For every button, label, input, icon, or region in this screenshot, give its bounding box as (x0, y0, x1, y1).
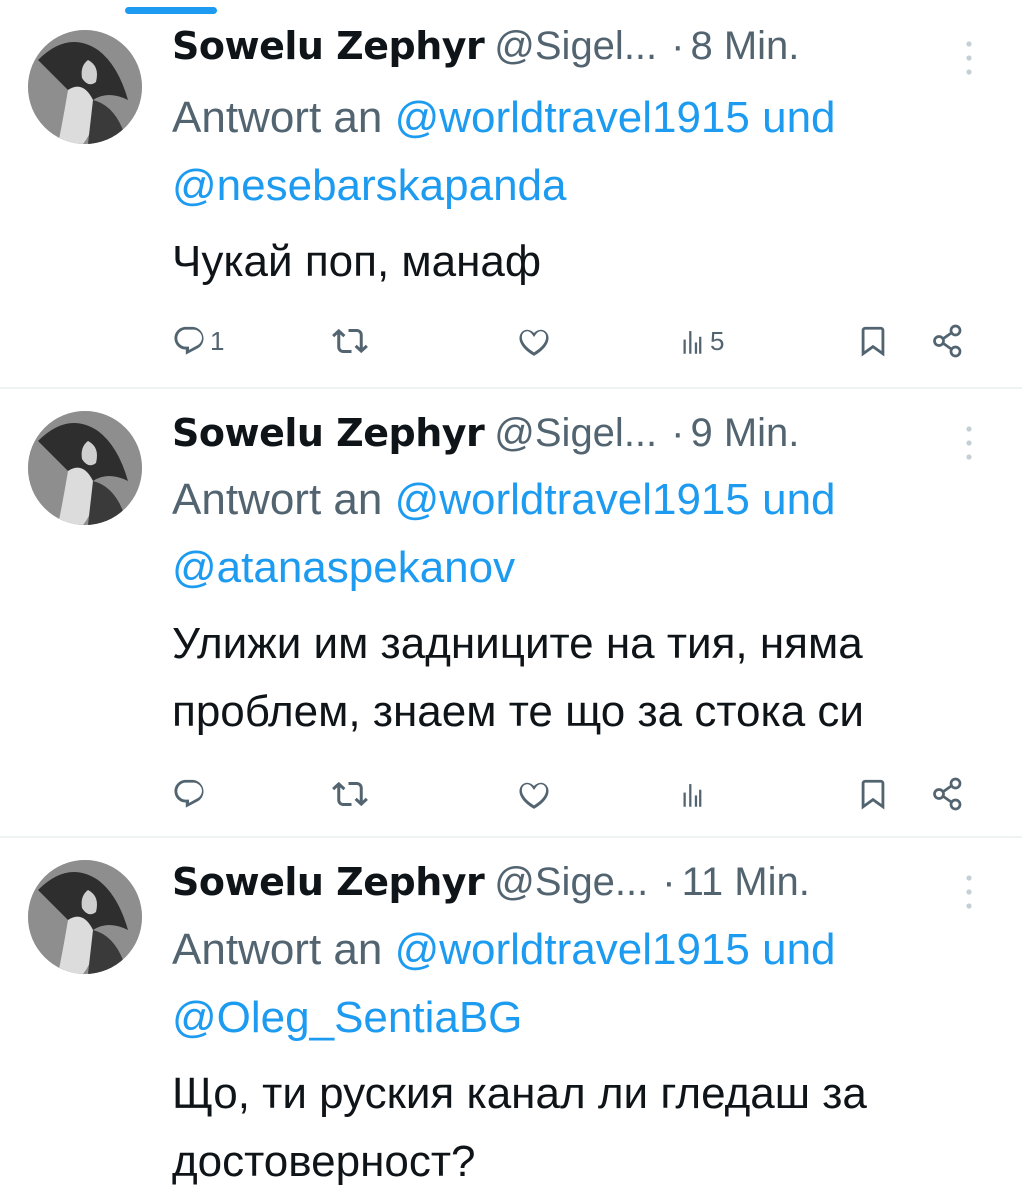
tweet[interactable]: Sowelu Zephyr @Sige... · 11 Min. Antwort an… (0, 838, 1022, 1200)
reply-prefix: Antwort an (172, 925, 383, 974)
tweet-time[interactable]: 8 Min. (690, 24, 799, 68)
tweet[interactable]: Sowelu Zephyr @Sigel... · 9 Min. Antwort an… (0, 389, 1022, 837)
views-button[interactable]: 5 (678, 316, 724, 366)
bookmark-icon (861, 326, 885, 357)
tweet-header: Sowelu Zephyr @Sigel... · 8 Min. (172, 18, 972, 74)
repost-button[interactable] (332, 769, 372, 819)
author-name[interactable]: Sowelu Zephyr (172, 24, 485, 68)
tweet-actions: 1 5 (172, 316, 992, 366)
separator-dot: · (662, 860, 676, 904)
share-icon (933, 777, 962, 811)
like-button[interactable] (516, 316, 556, 366)
tweet-actions (172, 769, 992, 819)
tweet-time[interactable]: 9 Min. (690, 411, 799, 455)
mention-link[interactable]: @worldtravel1915 (395, 925, 750, 974)
mention-conjunction: und (762, 93, 836, 142)
share-icon (933, 324, 962, 358)
bookmark-button[interactable] (856, 769, 890, 819)
reply-button[interactable]: 1 (172, 316, 224, 366)
reply-count: 1 (210, 325, 225, 356)
reply-prefix: Antwort an (172, 475, 383, 524)
mention-conjunction: und (762, 475, 836, 524)
tweet-text: Улижи им задниците на тия, няма проблем,… (172, 619, 864, 736)
mention-link[interactable]: @atanaspekanov (172, 543, 515, 592)
tweet-time[interactable]: 11 Min. (682, 860, 810, 904)
reply-icon (174, 326, 204, 355)
views-icon (683, 331, 702, 354)
avatar[interactable] (28, 860, 142, 974)
reply-prefix: Antwort an (172, 93, 383, 142)
avatar-image (28, 860, 142, 974)
tweet[interactable]: Sowelu Zephyr @Sigel... · 8 Min. Antwort an… (0, 0, 1022, 388)
tweet-text: Чукай поп, манаф (172, 237, 542, 286)
more-icon[interactable] (958, 872, 980, 912)
like-icon (519, 329, 549, 356)
author-handle[interactable]: @Sigel... (494, 24, 657, 68)
views-count: 5 (710, 325, 725, 356)
more-icon[interactable] (958, 423, 980, 463)
reply-context: Antwort an @worldtravel1915 und @atanasp… (172, 466, 992, 602)
like-icon (519, 782, 549, 809)
author-name[interactable]: Sowelu Zephyr (172, 860, 485, 904)
avatar[interactable] (28, 411, 142, 525)
views-button[interactable] (678, 769, 710, 819)
tweet-header: Sowelu Zephyr @Sigel... · 9 Min. (172, 405, 972, 461)
bookmark-icon (861, 779, 885, 810)
reply-icon (174, 779, 204, 808)
author-handle[interactable]: @Sigel... (494, 411, 657, 455)
author-name[interactable]: Sowelu Zephyr (172, 411, 485, 455)
mention-link[interactable]: @Oleg_SentiaBG (172, 993, 522, 1042)
mention-link[interactable]: @nesebarskapanda (172, 161, 567, 210)
tweet-header: Sowelu Zephyr @Sige... · 11 Min. (172, 854, 972, 910)
reply-context: Antwort an @worldtravel1915 und @nesebar… (172, 84, 992, 220)
mention-conjunction: und (762, 925, 836, 974)
reply-context: Antwort an @worldtravel1915 und @Oleg_Se… (172, 916, 992, 1052)
avatar-image (28, 30, 142, 144)
share-button[interactable] (930, 769, 966, 819)
avatar[interactable] (28, 30, 142, 144)
mention-link[interactable]: @worldtravel1915 (395, 93, 750, 142)
repost-icon (332, 781, 368, 807)
views-icon (683, 784, 702, 807)
more-icon[interactable] (958, 38, 980, 78)
mention-link[interactable]: @worldtravel1915 (395, 475, 750, 524)
author-handle[interactable]: @Sige... (494, 860, 648, 904)
tweet-text: Що, ти руския канал ли гледаш за достове… (172, 1069, 867, 1186)
repost-icon (332, 328, 368, 354)
separator-dot: · (671, 411, 685, 455)
repost-button[interactable] (332, 316, 372, 366)
like-button[interactable] (516, 769, 556, 819)
bookmark-button[interactable] (856, 316, 890, 366)
avatar-image (28, 411, 142, 525)
reply-button[interactable] (172, 769, 210, 819)
separator-dot: · (671, 24, 685, 68)
share-button[interactable] (930, 316, 966, 366)
